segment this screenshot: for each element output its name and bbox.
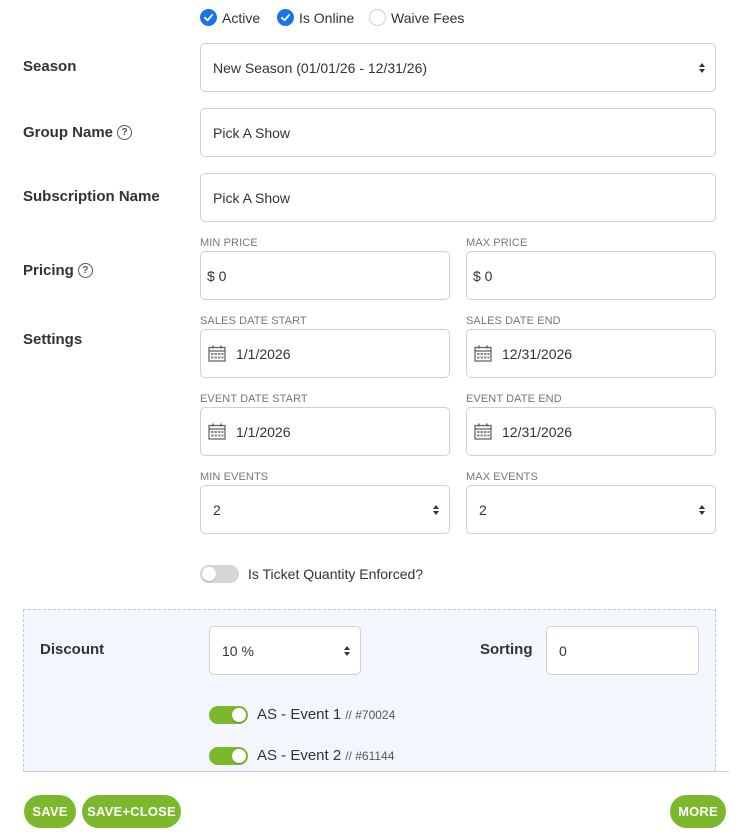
sorting-label: Sorting: [480, 641, 533, 658]
max-events-select[interactable]: 2: [466, 485, 716, 534]
subscription-name-value: Pick A Show: [213, 189, 291, 206]
group-name-label: Group Name ?: [23, 124, 133, 141]
active-label: Active: [222, 9, 261, 26]
discount-select[interactable]: 10 %: [209, 626, 361, 675]
subscription-name-input[interactable]: Pick A Show: [200, 173, 716, 222]
empty-circle-icon: [369, 9, 386, 26]
sales-date-start-input[interactable]: 1/1/2026: [200, 329, 450, 378]
sales-date-start-label: SALES DATE START: [200, 315, 307, 327]
event-1-toggle[interactable]: [209, 706, 248, 724]
pricing-label: Pricing ?: [23, 262, 93, 279]
waive-fees-checkbox[interactable]: Waive Fees: [369, 9, 464, 26]
help-icon[interactable]: ?: [77, 263, 93, 278]
event-date-end-label: EVENT DATE END: [466, 393, 562, 405]
event-2-ref: // #61144: [345, 749, 395, 763]
waive-fees-label: Waive Fees: [391, 9, 465, 26]
subscription-name-label: Subscription Name: [23, 188, 160, 205]
calendar-icon: [208, 423, 226, 440]
group-name-value: Pick A Show: [213, 124, 291, 141]
sales-date-end-input[interactable]: 12/31/2026: [466, 329, 716, 378]
max-price-input[interactable]: $ 0: [466, 251, 716, 300]
ticket-quantity-toggle[interactable]: [200, 565, 239, 583]
season-select[interactable]: New Season (01/01/26 - 12/31/26): [200, 43, 716, 92]
event-date-start-value: 1/1/2026: [236, 423, 291, 440]
calendar-icon: [208, 345, 226, 362]
event-2-name: AS - Event 2: [257, 747, 342, 764]
min-price-label: MIN PRICE: [200, 237, 258, 249]
sales-date-end-value: 12/31/2026: [502, 345, 573, 362]
min-events-select[interactable]: 2: [200, 485, 450, 534]
discount-label: Discount: [40, 641, 105, 658]
select-arrows-icon: [344, 645, 350, 656]
save-close-button[interactable]: SAVE+CLOSE: [82, 795, 181, 828]
event-date-start-input[interactable]: 1/1/2026: [200, 407, 450, 456]
is-online-checkbox[interactable]: Is Online: [277, 9, 354, 26]
select-arrows-icon: [699, 62, 705, 73]
select-arrows-icon: [433, 504, 439, 515]
sorting-value: 0: [559, 642, 567, 659]
select-arrows-icon: [699, 504, 705, 515]
season-label: Season: [23, 58, 77, 75]
is-online-label: Is Online: [299, 9, 355, 26]
save-button[interactable]: SAVE: [24, 795, 76, 828]
event-date-start-label: EVENT DATE START: [200, 393, 308, 405]
ticket-quantity-label: Is Ticket Quantity Enforced?: [248, 566, 424, 582]
sales-date-start-value: 1/1/2026: [236, 345, 291, 362]
min-price-input[interactable]: $ 0: [200, 251, 450, 300]
event-1-line: AS - Event 1// #70024: [257, 706, 395, 723]
min-events-label: MIN EVENTS: [200, 471, 269, 483]
max-price-label: MAX PRICE: [466, 237, 528, 249]
calendar-icon: [474, 423, 492, 440]
sales-date-end-label: SALES DATE END: [466, 315, 561, 327]
event-1-ref: // #70024: [345, 708, 396, 722]
settings-label: Settings: [23, 331, 83, 348]
event-2-line: AS - Event 2// #61144: [257, 747, 394, 764]
active-checkbox[interactable]: Active: [200, 9, 260, 26]
calendar-icon: [474, 345, 492, 362]
check-icon: [277, 9, 294, 26]
discount-value: 10 %: [222, 642, 254, 659]
more-button[interactable]: MORE: [670, 795, 726, 828]
event-2-toggle[interactable]: [209, 747, 248, 765]
season-value: New Season (01/01/26 - 12/31/26): [213, 59, 428, 76]
max-events-label: MAX EVENTS: [466, 471, 538, 483]
group-name-input[interactable]: Pick A Show: [200, 108, 716, 157]
max-price-value: $ 0: [473, 267, 493, 284]
event-date-end-input[interactable]: 12/31/2026: [466, 407, 716, 456]
check-icon: [200, 9, 217, 26]
min-events-value: 2: [213, 501, 221, 518]
event-1-name: AS - Event 1: [257, 706, 342, 723]
help-icon[interactable]: ?: [117, 125, 133, 140]
max-events-value: 2: [479, 501, 487, 518]
footer-divider: [23, 771, 729, 772]
min-price-value: $ 0: [207, 267, 227, 284]
sorting-input[interactable]: 0: [546, 626, 699, 675]
event-date-end-value: 12/31/2026: [502, 423, 573, 440]
